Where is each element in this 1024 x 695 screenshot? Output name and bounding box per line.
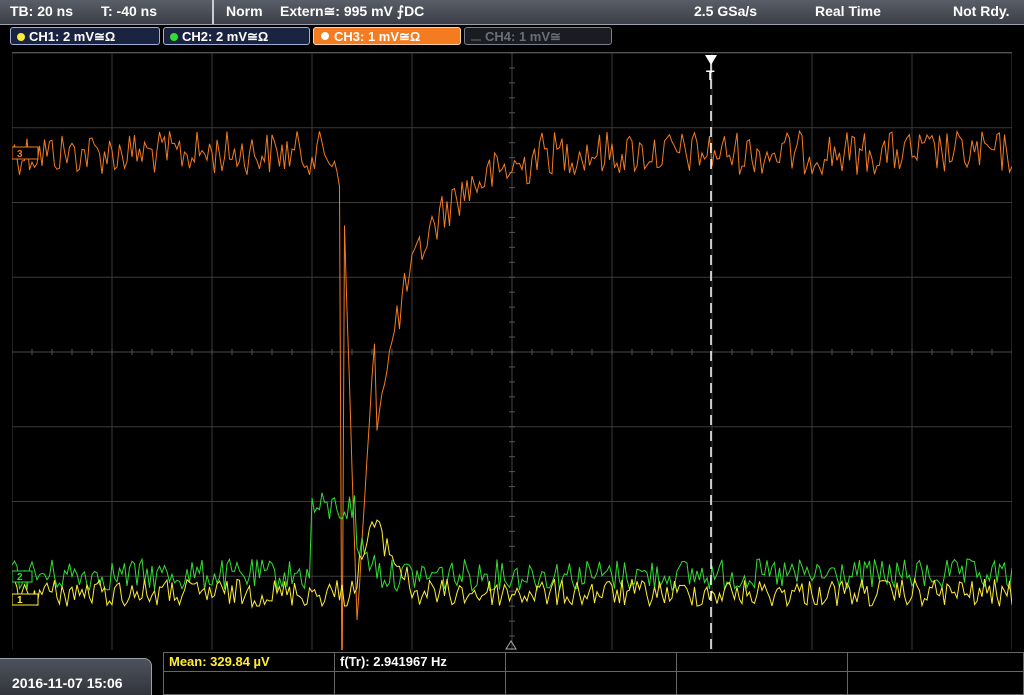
timestamp-label: 2016-11-07 15:06: [12, 675, 123, 691]
channel-2-chip[interactable]: CH2: 2 mV≅Ω: [163, 27, 310, 45]
horizontal-center-marker-icon: [505, 640, 517, 650]
acquisition-mode-label[interactable]: Real Time: [815, 3, 881, 19]
run-state-label: Not Rdy.: [953, 3, 1010, 19]
channel-3-level-marker[interactable]: 3: [12, 146, 39, 160]
trigger-mode-label[interactable]: Norm: [226, 3, 263, 19]
channel-1-chip[interactable]: CH1: 2 mV≅Ω: [10, 27, 160, 45]
channel-4-label: CH4: 1 mV≅: [485, 29, 561, 44]
measurement-cell-6[interactable]: [163, 671, 335, 695]
measurement-cell-3[interactable]: [505, 652, 677, 672]
timebase-panel[interactable]: TB: 20 ns T: -40 ns: [0, 0, 214, 24]
status-bar: TB: 20 ns T: -40 ns Norm Extern≅: 995 mV…: [0, 0, 1024, 25]
channel-4-dot-icon: [471, 39, 481, 41]
trigger-time-label: T: -40 ns: [101, 3, 158, 19]
channel-1-level-marker[interactable]: 1: [12, 593, 39, 606]
channel-1-marker-label: 1: [17, 595, 23, 606]
channel-2-label: CH2: 2 mV≅Ω: [182, 29, 269, 44]
measurement-panel: Mean: 329.84 µV f(Tr): 2.941967 Hz: [163, 652, 1024, 695]
timebase-label: TB: 20 ns: [10, 3, 74, 19]
channel-1-label: CH1: 2 mV≅Ω: [29, 29, 116, 44]
waveform-canvas: T 3 2 1: [12, 53, 1012, 651]
trigger-source-label[interactable]: Extern≅: 995 mV ⨍DC: [280, 3, 424, 20]
channel-3-chip[interactable]: CH3: 1 mV≅Ω: [313, 27, 461, 45]
channel-1-dot-icon: [17, 33, 25, 41]
channel-4-chip[interactable]: CH4: 1 mV≅: [464, 27, 612, 45]
measurement-cell-7[interactable]: [334, 671, 506, 695]
channel-bar: CH1: 2 mV≅Ω CH2: 2 mV≅Ω CH3: 1 mV≅Ω CH4:…: [0, 25, 1024, 48]
waveform-display[interactable]: T 3 2 1: [12, 52, 1012, 651]
measurement-cell-8[interactable]: [505, 671, 677, 695]
measurement-cell-9[interactable]: [676, 671, 848, 695]
trigger-position-arrow-icon[interactable]: [705, 55, 717, 65]
sample-rate-label[interactable]: 2.5 GSa/s: [694, 3, 757, 19]
channel-3-marker-label: 3: [17, 149, 23, 160]
channel-3-label: CH3: 1 mV≅Ω: [334, 29, 421, 44]
measurement-frequency-value: f(Tr): 2.941967 Hz: [340, 654, 447, 669]
timestamp-panel: 2016-11-07 15:06: [0, 658, 152, 695]
measurement-mean-value: Mean: 329.84 µV: [169, 654, 270, 669]
measurement-cell-5[interactable]: [847, 652, 1024, 672]
trigger-marker-label: T: [706, 67, 715, 83]
channel-2-level-marker[interactable]: 2: [12, 570, 33, 583]
channel-2-dot-icon: [170, 33, 178, 41]
measurement-cell-10[interactable]: [847, 671, 1024, 695]
channel-2-marker-label: 2: [17, 572, 23, 583]
measurement-cell-4[interactable]: [676, 652, 848, 672]
channel-3-dot-icon: [320, 31, 330, 41]
